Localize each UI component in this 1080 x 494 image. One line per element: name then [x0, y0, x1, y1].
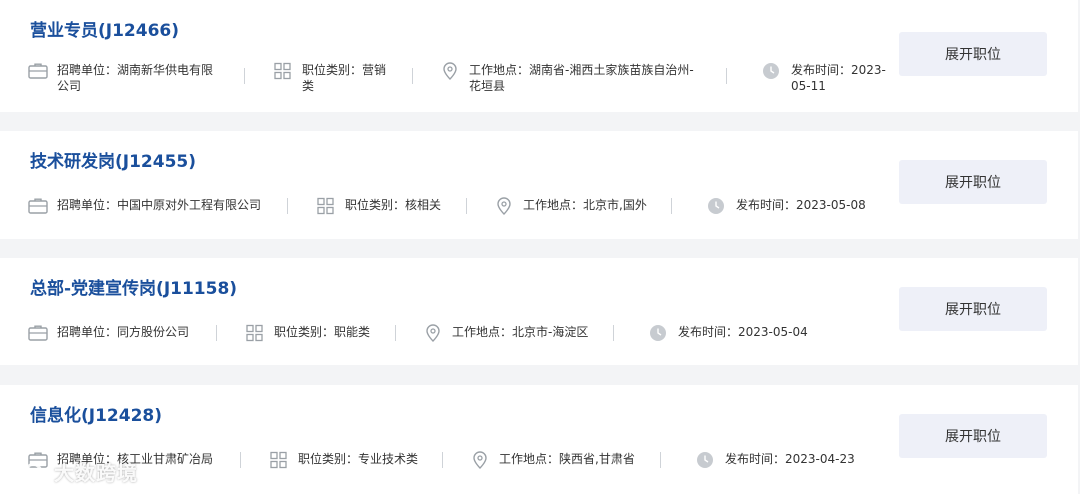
location-label: 工作地点： [499, 452, 560, 466]
category-label: 职位类别： [274, 325, 335, 339]
clock-icon [696, 451, 716, 469]
category-label: 职位类别： [345, 198, 406, 212]
category-field: 职位类别：营销类 [273, 62, 388, 94]
divider [660, 452, 661, 468]
category-label: 职位类别： [298, 452, 359, 466]
location-label: 工作地点： [452, 325, 513, 339]
job-card[interactable]: 技术研发岗(J12455) 招聘单位：中国中原对外工程有限公司 职位类别：核相关… [0, 131, 1078, 239]
category-field: 职位类别：职能类 [245, 324, 370, 342]
expand-job-button[interactable]: 展开职位 [899, 287, 1047, 331]
category-field: 职位类别：专业技术类 [269, 451, 418, 469]
job-card[interactable]: 信息化(J12428) 招聘单位：核工业甘肃矿冶局 职位类别：专业技术类 工作地… [0, 385, 1078, 494]
category-value: 核相关 [405, 198, 442, 212]
grid-icon [273, 62, 293, 80]
company-value: 同方股份公司 [117, 325, 190, 339]
watermark-logo-icon [8, 462, 44, 480]
divider [412, 68, 413, 84]
location-field: 工作地点：北京市,国外 [494, 197, 647, 215]
map-pin-icon [423, 324, 443, 342]
location-label: 工作地点： [469, 63, 530, 77]
date-field: 发布时间：2023-05-04 [649, 324, 808, 342]
divider [613, 325, 614, 341]
date-value: 2023-04-23 [785, 452, 855, 466]
company-value: 中国中原对外工程有限公司 [117, 198, 262, 212]
location-field: 工作地点：湖南省-湘西土家族苗族自治州-花垣县 [440, 62, 699, 94]
divider [395, 325, 396, 341]
location-label: 工作地点： [523, 198, 584, 212]
date-field: 发布时间：2023-05-08 [707, 197, 866, 215]
category-value: 专业技术类 [358, 452, 419, 466]
watermark: 大数跨境 [6, 456, 138, 486]
date-label: 发布时间： [791, 63, 852, 77]
company-field: 招聘单位：湖南新华供电有限公司 [28, 62, 217, 94]
company-label: 招聘单位： [57, 198, 118, 212]
job-title[interactable]: 技术研发岗(J12455) [30, 147, 196, 172]
company-field: 招聘单位：中国中原对外工程有限公司 [28, 197, 261, 215]
divider [287, 198, 288, 214]
date-label: 发布时间： [678, 325, 739, 339]
location-field: 工作地点：陕西省,甘肃省 [470, 451, 635, 469]
divider [442, 452, 443, 468]
job-title[interactable]: 营业专员(J12466) [30, 16, 179, 41]
expand-job-button[interactable]: 展开职位 [899, 32, 1047, 76]
divider [671, 198, 672, 214]
grid-icon [245, 324, 265, 342]
divider [240, 452, 241, 468]
company-field: 招聘单位：同方股份公司 [28, 324, 189, 342]
job-card[interactable]: 总部-党建宣传岗(J11158) 招聘单位：同方股份公司 职位类别：职能类 工作… [0, 258, 1078, 365]
company-label: 招聘单位： [57, 325, 118, 339]
job-title[interactable]: 总部-党建宣传岗(J11158) [30, 274, 237, 299]
watermark-text: 大数跨境 [54, 460, 138, 485]
company-label: 招聘单位： [57, 63, 118, 77]
location-value: 陕西省,甘肃省 [559, 452, 635, 466]
divider [726, 68, 727, 84]
date-label: 发布时间： [736, 198, 797, 212]
date-field: 发布时间：2023-04-23 [696, 451, 855, 469]
category-field: 职位类别：核相关 [316, 197, 441, 215]
divider [466, 198, 467, 214]
category-label: 职位类别： [302, 63, 363, 77]
clock-icon [707, 197, 727, 215]
expand-job-button[interactable]: 展开职位 [899, 414, 1047, 458]
divider [244, 68, 245, 84]
location-value: 北京市,国外 [583, 198, 647, 212]
date-value: 2023-05-08 [796, 198, 866, 212]
briefcase-icon [28, 324, 48, 342]
location-field: 工作地点：北京市-海淀区 [423, 324, 588, 342]
map-pin-icon [440, 62, 460, 80]
clock-icon [649, 324, 669, 342]
map-pin-icon [470, 451, 490, 469]
date-label: 发布时间： [725, 452, 786, 466]
job-card[interactable]: 营业专员(J12466) 招聘单位：湖南新华供电有限公司 职位类别：营销类 工作… [0, 0, 1078, 112]
map-pin-icon [494, 197, 514, 215]
grid-icon [316, 197, 336, 215]
expand-job-button[interactable]: 展开职位 [899, 160, 1047, 204]
briefcase-icon [28, 62, 48, 80]
date-value: 2023-05-04 [738, 325, 808, 339]
clock-icon [762, 62, 782, 80]
divider [216, 325, 217, 341]
grid-icon [269, 451, 289, 469]
category-value: 职能类 [334, 325, 371, 339]
date-field: 发布时间：2023-05-11 [762, 62, 887, 94]
location-value: 北京市-海淀区 [512, 325, 589, 339]
job-title[interactable]: 信息化(J12428) [30, 401, 162, 426]
briefcase-icon [28, 197, 48, 215]
